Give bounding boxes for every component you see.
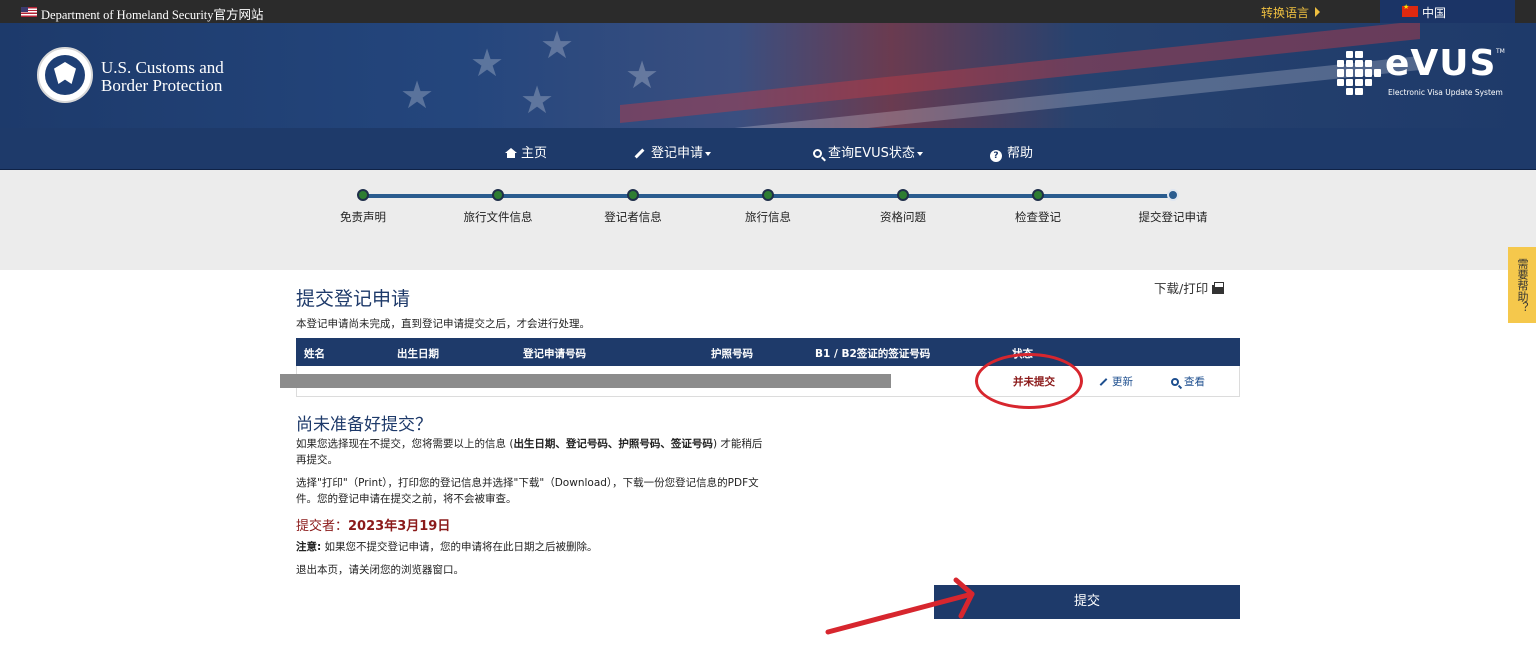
home-icon — [505, 148, 517, 158]
view-link[interactable]: 查看 — [1171, 374, 1205, 389]
nav-item-check-status[interactable]: 查询EVUS状态 — [813, 142, 923, 161]
pencil-icon — [1099, 378, 1108, 386]
annotation-arrow-icon — [825, 577, 975, 635]
dhs-seal-logo — [37, 47, 93, 103]
page-description: 本登记申请尚未完成，直到登记申请提交之后，才会进行处理。 — [296, 318, 590, 330]
progress-step-current: 提交登记申请 — [1108, 189, 1238, 225]
progress-step: 免责声明 — [298, 189, 428, 225]
evus-subtitle: Electronic Visa Update System — [1388, 88, 1503, 97]
not-ready-para-2: 选择"打印"（Print），打印您的登记信息并选择"下载"（Download），… — [296, 477, 759, 505]
step-dot — [492, 189, 504, 201]
language-switch[interactable]: 转换语言 — [1261, 4, 1309, 21]
exit-instruction: 退出本页，请关闭您的浏览器窗口。 — [296, 564, 464, 576]
application-table: 姓名 出生日期 登记申请号码 护照号码 B1 / B2签证的签证号码 状态 并未… — [280, 338, 1240, 409]
search-icon — [813, 149, 822, 158]
step-dot — [1032, 189, 1044, 201]
submit-deadline-date: 2023年3月19日 — [348, 519, 451, 534]
page-title: 提交登记申请 — [296, 288, 411, 310]
step-dot — [1167, 189, 1179, 201]
nav-item-registration[interactable]: 登记申请 — [634, 142, 712, 161]
agency-name: U.S. Customs and Border Protection — [101, 58, 224, 95]
col-header-name: 姓名 — [304, 348, 325, 360]
col-header-passport: 护照号码 — [711, 348, 753, 360]
dhs-link[interactable]: Department of Homeland Security官方网站 — [41, 4, 264, 23]
site-header: ★ ★ ★ ★ ★ U.S. Customs and Border Protec… — [0, 23, 1536, 128]
col-header-visa-number: B1 / B2签证的签证号码 — [815, 348, 931, 360]
col-header-application-number: 登记申请号码 — [523, 348, 586, 360]
china-flag-icon — [1402, 3, 1418, 17]
evus-dots-icon — [1337, 51, 1381, 95]
progress-step: 旅行文件信息 — [433, 189, 563, 225]
table-row: 并未提交 更新 查看 — [280, 353, 1240, 409]
progress-step: 资格问题 — [838, 189, 968, 225]
step-dot — [762, 189, 774, 201]
evus-wordmark: eVUS — [1385, 43, 1497, 84]
pencil-icon — [634, 148, 645, 159]
table-header: 姓名 出生日期 登记申请号码 护照号码 B1 / B2签证的签证号码 状态 — [296, 338, 1240, 366]
help-icon: ? — [990, 150, 1002, 162]
caret-down-icon — [916, 151, 923, 156]
not-ready-title: 尚未准备好提交？ — [296, 415, 432, 435]
print-icon — [1212, 282, 1225, 294]
deletion-note: 注意: 如果您不提交登记申请，您的申请将在此日期之后被删除。 — [296, 541, 598, 553]
flag-star-icon: ★ — [400, 73, 435, 117]
country-selector[interactable]: 中国 — [1380, 0, 1515, 23]
progress-step: 登记者信息 — [568, 189, 698, 225]
flag-star-icon: ★ — [540, 23, 575, 67]
step-dot — [357, 189, 369, 201]
progress-tracker: 免责声明 旅行文件信息 登记者信息 旅行信息 资格问题 检查登记 提交登记申请 — [0, 170, 1536, 270]
progress-step: 检查登记 — [973, 189, 1103, 225]
caret-down-icon — [705, 151, 712, 156]
download-print-link[interactable]: 下载/打印 — [1154, 278, 1225, 297]
progress-step: 旅行信息 — [703, 189, 833, 225]
gov-topbar: Department of Homeland Security官方网站 转换语言… — [0, 0, 1536, 23]
language-arrow-icon[interactable] — [1315, 7, 1320, 17]
us-flag-icon — [21, 7, 37, 17]
annotation-circle — [975, 353, 1083, 409]
redacted-data-bar — [280, 374, 891, 388]
nav-item-home[interactable]: 主页 — [505, 142, 547, 161]
step-dot — [627, 189, 639, 201]
step-dot — [897, 189, 909, 201]
submitter-line: 提交者：2023年3月19日 — [296, 519, 451, 534]
search-icon — [1171, 378, 1179, 386]
evus-logo: eVUS TM Electronic Visa Update System — [1337, 43, 1507, 105]
col-header-dob: 出生日期 — [397, 348, 439, 360]
country-label: 中国 — [1422, 6, 1447, 20]
flag-star-icon: ★ — [470, 41, 505, 85]
main-nav: 主页 登记申请 查询EVUS状态 ? 帮助 — [0, 128, 1536, 170]
update-link[interactable]: 更新 — [1099, 374, 1133, 389]
not-ready-para-1: 如果您选择现在不提交，您将需要以上的信息 (出生日期、登记号码、护照号码、签证号… — [296, 438, 763, 466]
nav-item-help[interactable]: ? 帮助 — [990, 142, 1033, 162]
flag-star-icon: ★ — [520, 78, 555, 122]
need-help-tab[interactable]: 需要帮助？ — [1508, 247, 1536, 323]
flag-star-icon: ★ — [625, 53, 660, 97]
